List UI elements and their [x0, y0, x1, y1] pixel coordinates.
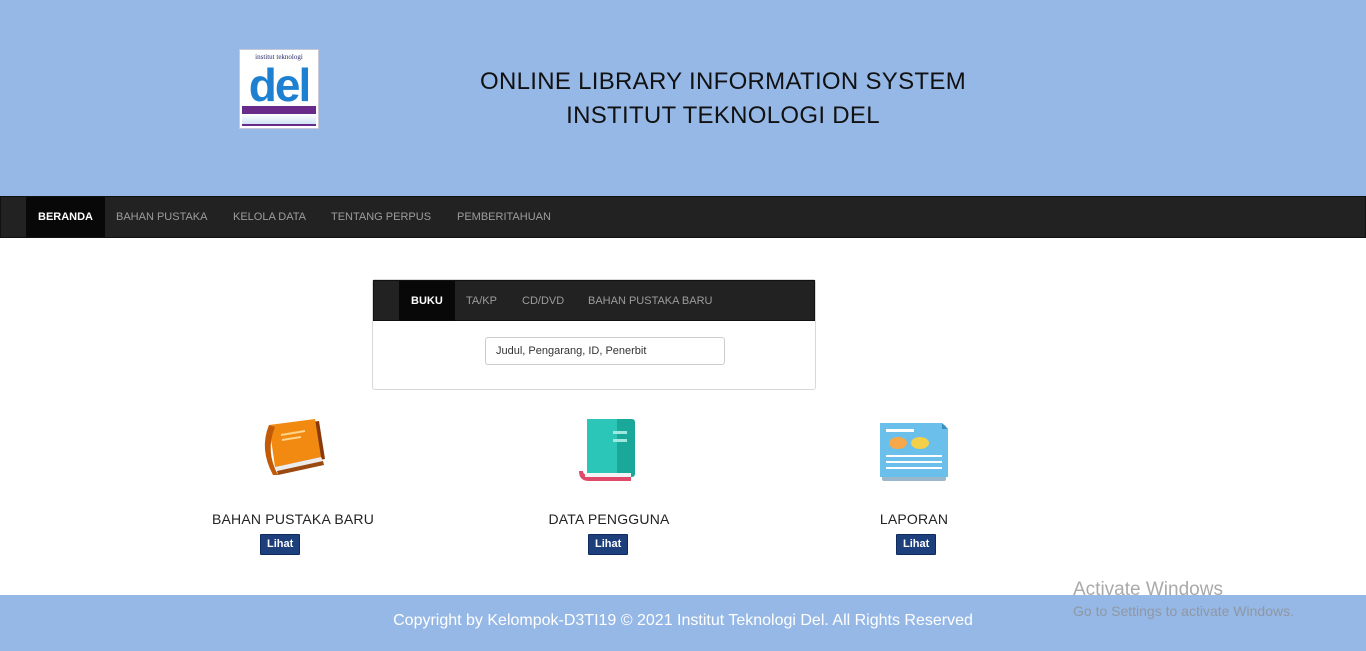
logo-wordmark: del — [248, 59, 311, 111]
search-input[interactable] — [485, 337, 725, 365]
logo-wave — [242, 114, 316, 126]
tab-bahan-pustaka-baru[interactable]: BAHAN PUSTAKA BARU — [588, 281, 713, 321]
feature-label: DATA PENGGUNA — [548, 511, 670, 527]
tab-ta-kp[interactable]: TA/KP — [466, 281, 497, 321]
search-tabs: BUKU TA/KP CD/DVD BAHAN PUSTAKA BARU — [373, 280, 815, 321]
main-navbar: BERANDA BAHAN PUSTAKA KELOLA DATA TENTAN… — [0, 196, 1366, 238]
nav-item-pemberitahuan[interactable]: PEMBERITAHUAN — [457, 197, 551, 237]
orange-book-icon — [264, 419, 325, 475]
feature-label: LAPORAN — [879, 511, 949, 527]
site-title: ONLINE LIBRARY INFORMATION SYSTEM INSTIT… — [450, 65, 996, 133]
search-panel: BUKU TA/KP CD/DVD BAHAN PUSTAKA BARU — [372, 279, 816, 390]
watermark-title: Activate Windows — [1073, 579, 1223, 600]
lihat-button[interactable]: Lihat — [588, 534, 629, 555]
page-header: institut teknologi del ONLINE LIBRARY IN… — [0, 0, 1366, 196]
institution-logo[interactable]: institut teknologi del — [239, 49, 319, 129]
feature-bahan-pustaka-baru: BAHAN PUSTAKA BARU Lihat — [183, 415, 403, 565]
teal-book-icon — [579, 419, 635, 481]
lihat-button[interactable]: Lihat — [896, 534, 937, 555]
feature-laporan: LAPORAN Lihat — [804, 415, 1024, 565]
logo-band — [242, 106, 316, 114]
lihat-button[interactable]: Lihat — [260, 534, 301, 555]
report-document-icon — [880, 423, 948, 481]
activation-watermark: Activate Windows Go to Settings to activ… — [1073, 579, 1294, 621]
tab-buku[interactable]: BUKU — [399, 281, 455, 321]
watermark-subtitle: Go to Settings to activate Windows. — [1073, 603, 1294, 619]
tab-cd-dvd[interactable]: CD/DVD — [522, 281, 564, 321]
nav-item-beranda[interactable]: BERANDA — [26, 197, 105, 237]
site-title-line1: ONLINE LIBRARY INFORMATION SYSTEM — [480, 68, 966, 95]
nav-item-bahan-pustaka[interactable]: BAHAN PUSTAKA — [116, 197, 208, 237]
nav-item-tentang-perpus[interactable]: TENTANG PERPUS — [331, 197, 431, 237]
feature-data-pengguna: DATA PENGGUNA Lihat — [499, 415, 719, 565]
nav-item-kelola-data[interactable]: KELOLA DATA — [233, 197, 306, 237]
feature-label: BAHAN PUSTAKA BARU — [211, 511, 375, 527]
site-title-line2: INSTITUT TEKNOLOGI DEL — [566, 102, 880, 129]
